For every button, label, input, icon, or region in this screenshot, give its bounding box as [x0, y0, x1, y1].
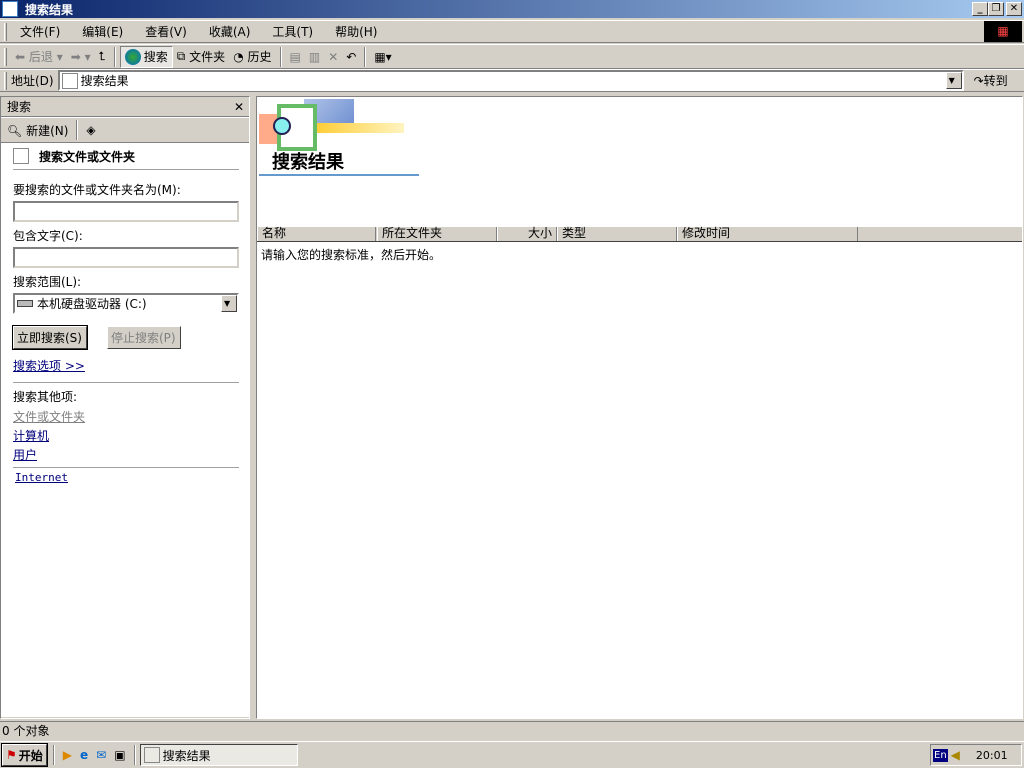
hard-drive-icon [17, 300, 33, 307]
column-type[interactable]: 类型 [557, 227, 677, 241]
column-in-folder[interactable]: 所在文件夹 [377, 227, 497, 241]
results-message: 请输入您的搜索标准，然后开始。 [261, 248, 442, 262]
standard-toolbar: ⬅ 后退 ▾ ➡ ▾ ⮤ 搜索 ⧉ 文件夹 ◔ 历史 ▤ ▥ ✕ ↶ ▦▾ [0, 44, 1024, 69]
menu-edit[interactable]: 编辑(E) [73, 23, 132, 40]
go-arrow-icon: ↷ [973, 74, 984, 88]
history-icon: ◔ [233, 49, 244, 64]
up-folder-button[interactable]: ⮤ [95, 46, 110, 68]
window-title: 搜索结果 [25, 2, 74, 17]
internet-link[interactable]: Internet [15, 471, 68, 484]
minimize-button[interactable]: _ [972, 2, 988, 16]
go-button[interactable]: ↷转到 [974, 72, 1008, 89]
taskbar-task-search-results[interactable]: 搜索结果 [139, 744, 298, 766]
results-header: 名称 所在文件夹 大小 类型 修改时间 [257, 227, 1022, 242]
folders-button[interactable]: ⧉ 文件夹 [173, 46, 229, 68]
stop-search-button[interactable]: 停止搜索(P) [107, 326, 181, 349]
search-now-button[interactable]: 立即搜索(S) [12, 325, 88, 350]
menu-help[interactable]: 帮助(H) [326, 23, 386, 40]
address-input[interactable]: 搜索结果 ▼ [57, 70, 964, 91]
back-arrow-icon: ⬅ [15, 49, 26, 64]
search-pane: 搜索 ✕ 🔍︎ 新建(N) ◈ 搜索文件或文件夹 要搜索的文件或文件夹名为(M)… [0, 96, 250, 719]
contains-text-label: 包含文字(C): [13, 229, 83, 243]
move-to-icon: ▤ [289, 49, 301, 64]
address-dropdown-button[interactable]: ▼ [945, 72, 962, 89]
windows-logo: ▦ [984, 21, 1022, 42]
menu-view[interactable]: 查看(V) [136, 23, 196, 40]
close-pane-icon[interactable]: ✕ [234, 100, 244, 114]
search-options-link[interactable]: 搜索选项 >> [13, 359, 85, 373]
clock[interactable]: 20:01 [976, 749, 1008, 762]
forward-arrow-icon: ➡ [70, 49, 81, 64]
restore-button[interactable]: ❐ [988, 2, 1004, 16]
status-bar: 0 个对象 [0, 721, 1024, 740]
volume-icon[interactable]: ◀ [951, 748, 960, 762]
look-in-select[interactable]: 本机硬盘驱动器 (C:) ▼ [13, 293, 239, 314]
file-name-input[interactable] [13, 201, 239, 222]
forward-button[interactable]: ➡ ▾ [67, 46, 95, 68]
close-button[interactable]: ✕ [1006, 2, 1022, 16]
views-button[interactable]: ▦▾ [370, 46, 395, 68]
column-size[interactable]: 大小 [497, 227, 557, 241]
address-bar: 地址(D) 搜索结果 ▼ ↷转到 [0, 69, 1024, 92]
start-button[interactable]: ⚑ 开始 [1, 743, 48, 767]
taskbar: ⚑ 开始 ▶ e ✉ ▣ 搜索结果 En ◀ 20:01 [0, 741, 1024, 768]
media-player-icon[interactable]: ▶ [63, 748, 72, 762]
people-link[interactable]: 用户 [13, 448, 37, 462]
status-text: 0 个对象 [2, 724, 50, 738]
column-name[interactable]: 名称 [257, 227, 376, 241]
computers-link[interactable]: 计算机 [13, 429, 49, 443]
title-bar: 搜索结果 _ ❐ ✕ [0, 0, 1024, 18]
back-button[interactable]: ⬅ 后退 ▾ [11, 46, 67, 68]
search-heading: 搜索文件或文件夹 [39, 149, 136, 164]
menu-favorites[interactable]: 收藏(A) [200, 23, 260, 40]
folders-icon: ⧉ [176, 49, 186, 63]
copy-to-icon: ▥ [308, 49, 321, 64]
delete-button[interactable]: ✕ [324, 46, 342, 68]
delete-icon: ✕ [328, 49, 339, 64]
results-title: 搜索结果 [272, 152, 344, 173]
copy-to-button[interactable]: ▥ [305, 46, 324, 68]
system-tray: En ◀ 20:01 [930, 744, 1022, 766]
move-to-button[interactable]: ▤ [286, 46, 305, 68]
history-button[interactable]: ◔ 历史 [229, 46, 275, 68]
undo-button[interactable]: ↶ [342, 46, 360, 68]
address-label: 地址(D) [11, 74, 54, 88]
show-desktop-icon[interactable]: ▣ [114, 748, 125, 762]
results-pane: 搜索结果 名称 所在文件夹 大小 类型 修改时间 请输入您的搜索标准，然后开始。 [256, 96, 1023, 719]
search-results-icon [2, 1, 18, 17]
language-indicator[interactable]: En [933, 748, 948, 762]
contains-text-input[interactable] [13, 247, 239, 268]
new-search-icon: 🔍︎ [7, 123, 23, 138]
look-in-label: 搜索范围(L): [13, 275, 82, 289]
name-label: 要搜索的文件或文件夹名为(M): [13, 183, 181, 197]
search-results-icon [61, 72, 78, 89]
globe-search-icon [124, 48, 141, 65]
column-modified[interactable]: 修改时间 [677, 227, 858, 241]
internet-explorer-icon[interactable]: e [80, 748, 88, 762]
search-pane-title: 搜索 [7, 100, 32, 114]
search-file-icon [13, 148, 29, 164]
windows-flag-icon: ⚑ [6, 748, 17, 762]
search-button[interactable]: 搜索 [119, 45, 173, 68]
views-icon: ▦▾ [374, 49, 392, 64]
search-assistant-icon[interactable]: ◈ [86, 123, 95, 137]
menu-file[interactable]: 文件(F) [11, 23, 69, 40]
new-search-button[interactable]: 🔍︎ 新建(N) [7, 122, 68, 139]
undo-icon: ↶ [346, 49, 357, 64]
outlook-express-icon[interactable]: ✉ [96, 748, 106, 762]
files-folders-link[interactable]: 文件或文件夹 [13, 410, 85, 424]
search-other-label: 搜索其他项: [13, 390, 78, 404]
look-in-dropdown-button[interactable]: ▼ [221, 295, 237, 312]
menu-tools[interactable]: 工具(T) [263, 23, 322, 40]
menu-bar: 文件(F) 编辑(E) 查看(V) 收藏(A) 工具(T) 帮助(H) ▦ [0, 20, 1024, 43]
up-folder-icon: ⮤ [98, 49, 106, 63]
search-results-icon [143, 747, 160, 763]
